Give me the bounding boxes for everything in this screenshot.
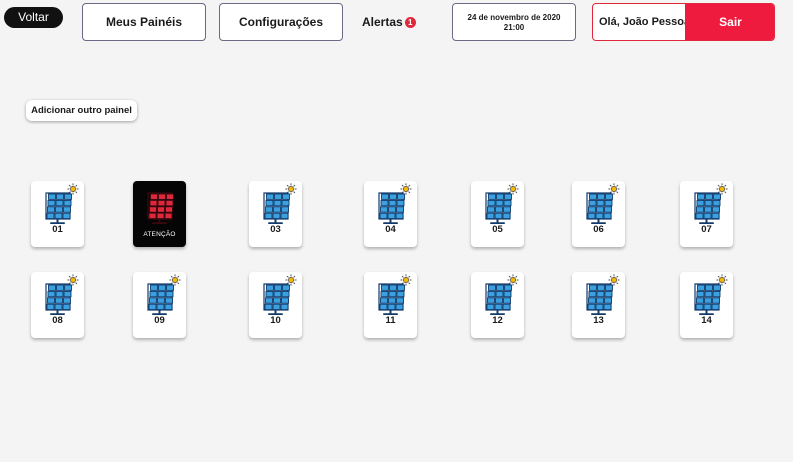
panel-card[interactable]: 05 — [471, 181, 524, 247]
settings-button[interactable]: Configurações — [219, 3, 343, 41]
panel-number: 11 — [385, 315, 396, 326]
panel-card[interactable]: 01 — [31, 181, 84, 247]
panel-card[interactable]: 08 — [31, 272, 84, 338]
panel-number: 01 — [52, 224, 63, 235]
panel-number: 05 — [492, 224, 503, 235]
panel-number: 08 — [52, 315, 63, 326]
solar-panel-icon — [481, 283, 514, 316]
logout-button[interactable]: Sair — [685, 4, 774, 40]
solar-panel-icon — [582, 192, 615, 225]
date-text: 24 de novembro de 2020 — [467, 13, 561, 22]
solar-panel-icon — [690, 283, 723, 316]
panel-number: 10 — [270, 315, 281, 326]
user-box: Olá, João Pessoa Sair — [592, 3, 775, 41]
panel-card[interactable]: 10 — [249, 272, 302, 338]
solar-panel-icon — [41, 192, 74, 225]
panel-card[interactable]: 14 — [680, 272, 733, 338]
panel-number: 09 — [154, 315, 165, 326]
alerts-count-badge: 1 — [404, 16, 416, 28]
panel-number: 14 — [701, 315, 712, 326]
solar-panel-icon — [374, 283, 407, 316]
solar-panel-icon — [690, 192, 723, 225]
panel-card[interactable]: 13 — [572, 272, 625, 338]
solar-panel-icon — [582, 283, 615, 316]
panel-warning-label: ATENÇÃO — [143, 231, 176, 238]
solar-panel-icon — [374, 192, 407, 225]
panel-card[interactable]: 04 — [364, 181, 417, 247]
panel-card[interactable]: 12 — [471, 272, 524, 338]
panel-number: 12 — [492, 315, 503, 326]
panel-card[interactable]: 06 — [572, 181, 625, 247]
panel-card-warning[interactable]: ATENÇÃO — [133, 181, 186, 247]
alerts-link[interactable]: Alertas 1 — [362, 13, 416, 31]
my-panels-button[interactable]: Meus Painéis — [82, 3, 206, 41]
panel-card[interactable]: 03 — [249, 181, 302, 247]
panel-number: 04 — [385, 224, 396, 235]
add-panel-button[interactable]: Adicionar outro painel — [26, 100, 137, 121]
panel-number: 13 — [593, 315, 604, 326]
date-time-display: 24 de novembro de 2020 21:00 — [452, 3, 576, 41]
solar-panel-icon — [143, 283, 176, 316]
solar-panel-icon — [481, 192, 514, 225]
panel-card[interactable]: 09 — [133, 272, 186, 338]
user-greeting: Olá, João Pessoa — [599, 16, 691, 28]
solar-panel-icon — [41, 283, 74, 316]
time-text: 21:00 — [503, 23, 525, 32]
panel-number: 06 — [593, 224, 604, 235]
panel-number: 07 — [701, 224, 712, 235]
back-button[interactable]: Voltar — [4, 7, 63, 28]
panel-number: 03 — [270, 224, 281, 235]
solar-panel-alert-icon — [143, 192, 176, 225]
alerts-label: Alertas — [362, 15, 403, 29]
panel-card[interactable]: 07 — [680, 181, 733, 247]
panel-card[interactable]: 11 — [364, 272, 417, 338]
solar-panel-icon — [259, 192, 292, 225]
solar-panel-icon — [259, 283, 292, 316]
